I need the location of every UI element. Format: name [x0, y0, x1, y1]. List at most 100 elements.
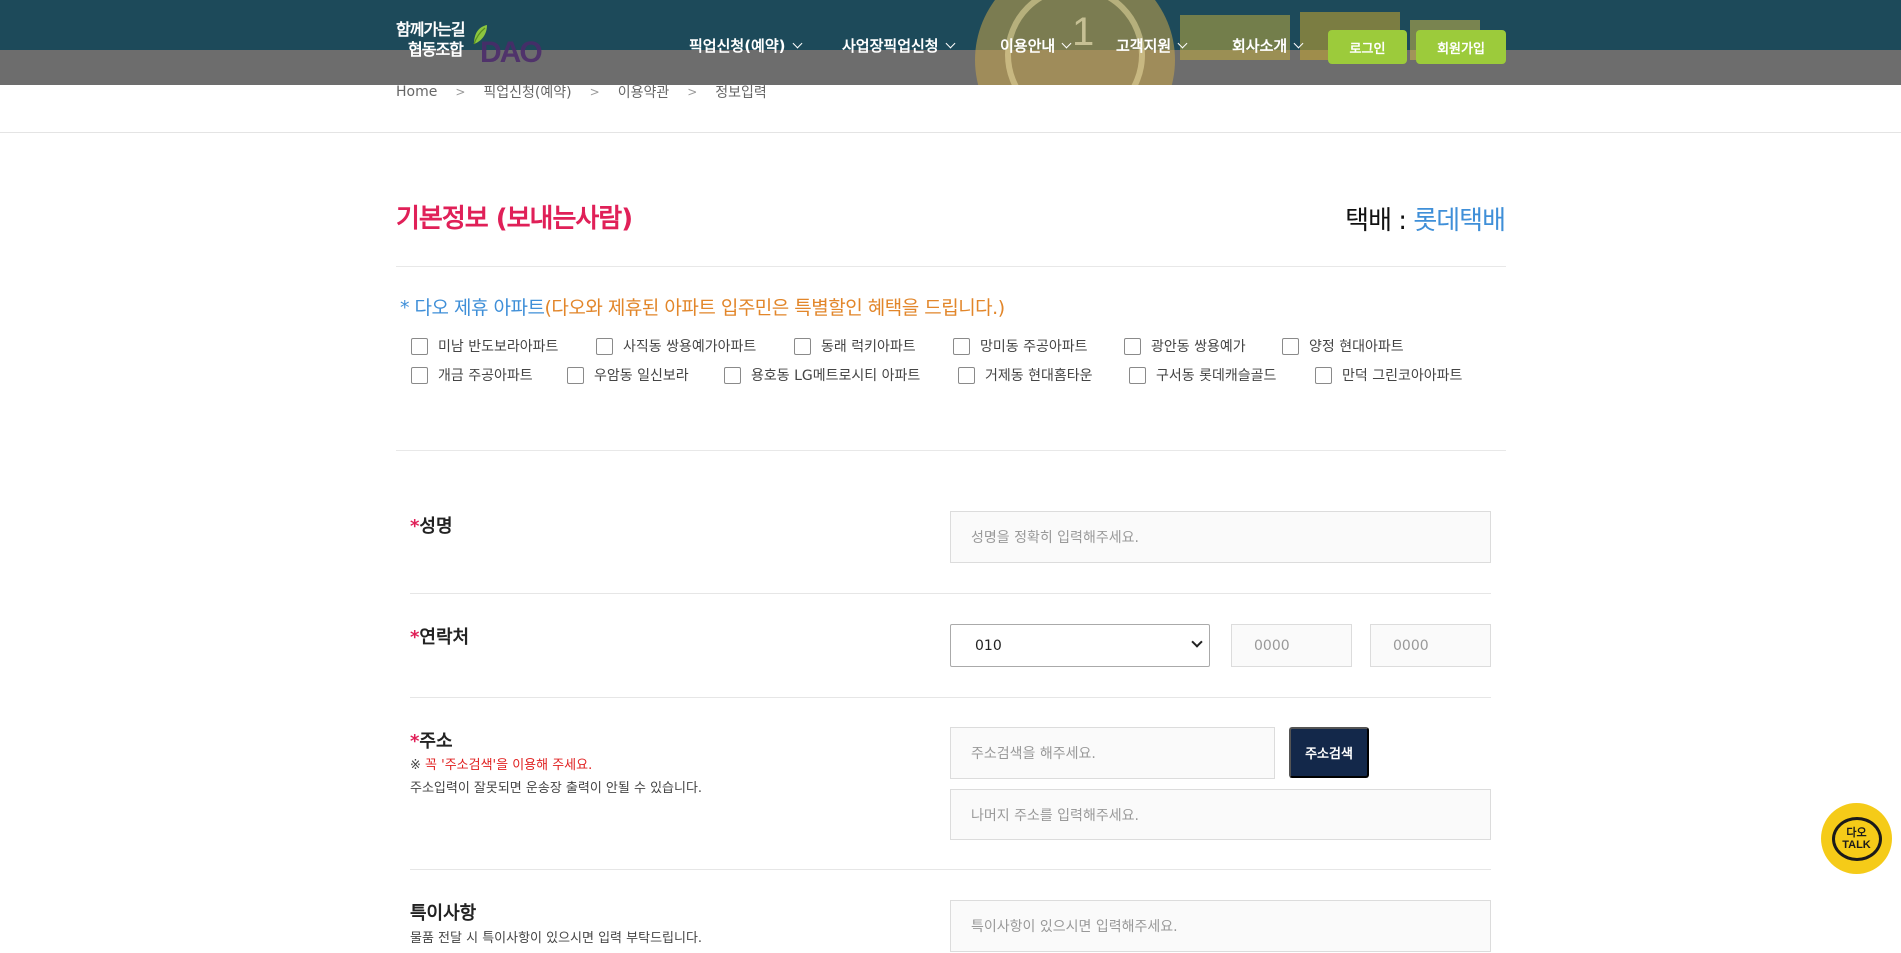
checkbox-icon[interactable]	[794, 337, 811, 355]
form-divider	[410, 593, 1491, 594]
phone-prefix-value: 010	[975, 637, 1002, 654]
address-search-input[interactable]: 주소검색을 해주세요.	[950, 727, 1275, 779]
logo-line-2: 협동조합	[408, 40, 464, 59]
breadcrumb: Home > 픽업신청(예약) > 이용약관 > 정보입력	[396, 82, 767, 102]
apartment-label: 우암동 일신보라	[594, 368, 689, 384]
section-title: 기본정보 (보내는사람)	[396, 204, 633, 234]
nav-usage-guide[interactable]: 이용안내	[1000, 35, 1072, 56]
talk-bubble-icon: 다오 TALK	[1831, 816, 1882, 861]
checkbox-icon[interactable]	[958, 366, 975, 384]
address-detail-input[interactable]: 나머지 주소를 입력해주세요.	[950, 789, 1491, 840]
chevron-down-icon	[1177, 38, 1188, 49]
phone-prefix-select[interactable]: 010	[950, 624, 1210, 667]
breadcrumb-separator-icon: >	[455, 85, 466, 99]
apartment-label: 만덕 그린코아아파트	[1342, 368, 1463, 384]
apartment-label: 동래 럭키아파트	[821, 339, 916, 355]
dao-talk-button[interactable]: 다오 TALK	[1821, 803, 1892, 874]
apartment-label: 거제동 현대홈타운	[985, 368, 1093, 384]
required-mark: *	[410, 627, 420, 648]
apartment-checkbox[interactable]: 사직동 쌍용예가아파트	[596, 336, 756, 356]
breadcrumb-terms[interactable]: 이용약관	[618, 82, 670, 102]
chevron-down-icon	[1061, 38, 1072, 49]
nav-label: 픽업신청(예약)	[689, 37, 786, 55]
apartment-checkbox[interactable]: 구서동 롯데캐슬골드	[1129, 365, 1276, 385]
checkbox-icon[interactable]	[1282, 337, 1299, 355]
breadcrumb-home[interactable]: Home	[396, 84, 437, 100]
name-label-text: 성명	[419, 516, 453, 537]
apartment-checkbox[interactable]: 망미동 주공아파트	[953, 336, 1088, 356]
partner-apartment-title: * 다오 제휴 아파트(다오와 제휴된 아파트 입주민은 특별할인 혜택을 드립…	[400, 293, 1005, 320]
apartment-label: 구서동 롯데캐슬골드	[1156, 368, 1277, 384]
checkbox-icon[interactable]	[953, 337, 970, 355]
talk-line-2: TALK	[1842, 838, 1871, 851]
nav-pickup-reservation[interactable]: 픽업신청(예약)	[689, 35, 802, 56]
signup-button[interactable]: 회원가입	[1416, 30, 1506, 64]
section-divider	[396, 266, 1506, 267]
address-search-placeholder: 주소검색을 해주세요.	[971, 746, 1096, 762]
breadcrumb-divider	[0, 132, 1901, 133]
apartment-checkbox[interactable]: 만덕 그린코아아파트	[1315, 365, 1462, 385]
apartment-label: 미남 반도보라아파트	[438, 339, 559, 355]
phone-middle-placeholder: 0000	[1254, 637, 1290, 654]
section-divider	[396, 450, 1506, 451]
address-label-text: 주소	[419, 731, 453, 752]
partner-apartment-benefit: (다오와 제휴된 아파트 입주민은 특별할인 혜택을 드립니다.)	[544, 297, 1005, 319]
phone-last-placeholder: 0000	[1393, 637, 1429, 654]
checkbox-icon[interactable]	[1124, 337, 1141, 355]
checkbox-icon[interactable]	[411, 366, 428, 384]
apartment-checkbox[interactable]: 동래 럭키아파트	[794, 336, 916, 356]
apartment-label: 망미동 주공아파트	[980, 339, 1088, 355]
memo-label: 특이사항	[410, 903, 477, 924]
checkbox-icon[interactable]	[596, 337, 613, 355]
address-search-button[interactable]: 주소검색	[1289, 727, 1369, 778]
name-label: *성명	[410, 512, 453, 538]
checkbox-icon[interactable]	[567, 366, 584, 384]
apartment-label: 광안동 쌍용예가	[1151, 339, 1246, 355]
nav-label: 고객지원	[1116, 37, 1172, 55]
apartment-checkbox[interactable]: 양정 현대아파트	[1282, 336, 1404, 356]
courier-info: 택배 : 롯데택배	[1345, 200, 1506, 237]
name-input[interactable]: 성명을 정확히 입력해주세요.	[950, 511, 1491, 563]
checkbox-icon[interactable]	[1129, 366, 1146, 384]
courier-value: 롯데택배	[1413, 206, 1506, 236]
breadcrumb-current: 정보입력	[715, 85, 767, 101]
apartment-checkbox[interactable]: 광안동 쌍용예가	[1124, 336, 1246, 356]
checkbox-icon[interactable]	[724, 366, 741, 384]
address-note: 주소입력이 잘못되면 운송장 출력이 안될 수 있습니다.	[410, 781, 703, 796]
logo-brand: DAO	[480, 36, 543, 69]
form-divider	[410, 697, 1491, 698]
phone-middle-input[interactable]: 0000	[1231, 624, 1352, 667]
apartment-checkbox[interactable]: 우암동 일신보라	[567, 365, 689, 385]
breadcrumb-separator-icon: >	[589, 85, 600, 99]
site-logo[interactable]: 함께가는길 협동조합 DAO	[396, 20, 543, 69]
nav-customer-support[interactable]: 고객지원	[1116, 35, 1188, 56]
memo-note: 물품 전달 시 특이사항이 있으시면 입력 부탁드립니다.	[410, 931, 703, 946]
chevron-down-icon	[945, 38, 956, 49]
phone-last-input[interactable]: 0000	[1370, 624, 1491, 667]
address-warning: ※ 꼭 '주소검색'을 이용해 주세요.	[410, 754, 592, 773]
breadcrumb-separator-icon: >	[687, 85, 698, 99]
breadcrumb-pickup[interactable]: 픽업신청(예약)	[483, 82, 571, 102]
memo-input[interactable]: 특이사항이 있으시면 입력해주세요.	[950, 900, 1491, 952]
checkbox-icon[interactable]	[1315, 366, 1332, 384]
nav-label: 이용안내	[1000, 37, 1056, 55]
apartment-label: 양정 현대아파트	[1309, 339, 1404, 355]
nav-label: 회사소개	[1232, 37, 1288, 55]
chevron-down-icon	[792, 38, 802, 49]
login-button[interactable]: 로그인	[1328, 30, 1407, 64]
required-mark: *	[410, 731, 420, 752]
logo-line-1: 함께가는길	[396, 20, 466, 39]
apartment-checkbox[interactable]: 개금 주공아파트	[411, 365, 533, 385]
required-mark: *	[410, 516, 420, 537]
apartment-checkbox[interactable]: 용호동 LG메트로시티 아파트	[724, 365, 920, 385]
apartment-checkbox[interactable]: 미남 반도보라아파트	[411, 336, 558, 356]
phone-label-text: 연락처	[419, 627, 470, 648]
address-label: *주소	[410, 727, 453, 753]
chevron-down-icon	[1293, 38, 1304, 49]
chevron-down-icon	[1191, 636, 1203, 648]
checkbox-icon[interactable]	[411, 337, 428, 355]
name-placeholder: 성명을 정확히 입력해주세요.	[971, 530, 1139, 546]
nav-company-info[interactable]: 회사소개	[1232, 35, 1304, 56]
apartment-checkbox[interactable]: 거제동 현대홈타운	[958, 365, 1093, 385]
nav-business-pickup[interactable]: 사업장픽업신청	[842, 35, 956, 56]
